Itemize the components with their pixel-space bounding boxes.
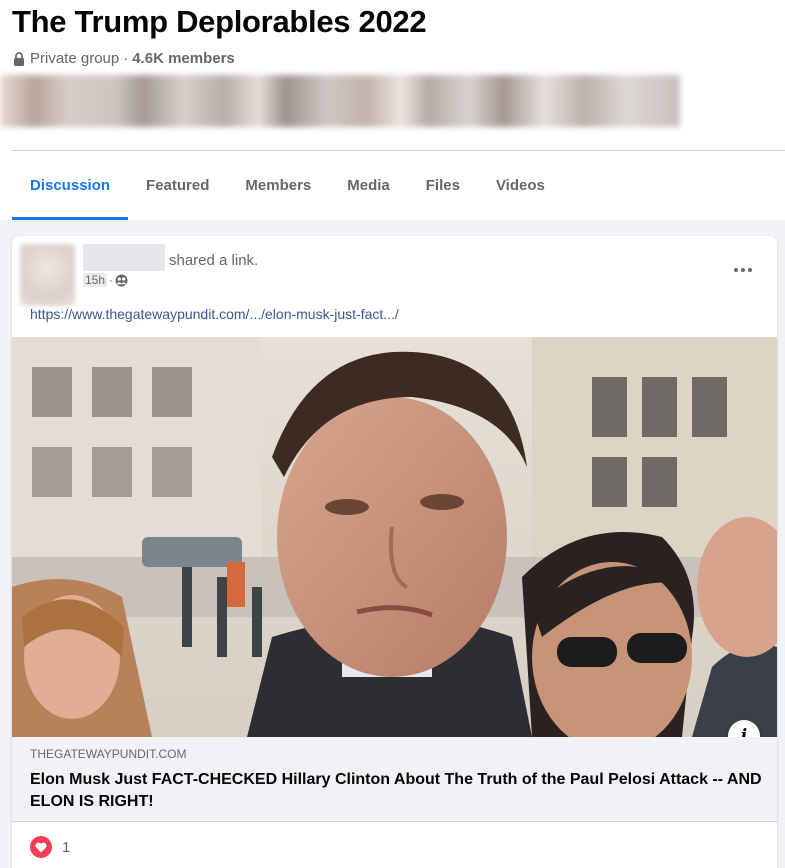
- lock-icon: [13, 51, 25, 66]
- tab-discussion[interactable]: Discussion: [12, 151, 129, 220]
- privacy-label: Private group: [30, 50, 120, 67]
- group-title[interactable]: The Trump Deplorables 2022: [12, 4, 427, 40]
- love-reaction-icon: [30, 836, 52, 858]
- tab-featured[interactable]: Featured: [128, 151, 227, 220]
- group-tabs: Discussion Featured Members Media Files …: [12, 151, 563, 220]
- tab-files[interactable]: Files: [408, 151, 478, 220]
- tab-media[interactable]: Media: [329, 151, 408, 220]
- group-header: The Trump Deplorables 2022 Private group…: [0, 0, 785, 220]
- tab-videos[interactable]: Videos: [478, 151, 563, 220]
- post-url-link[interactable]: https://www.thegatewaypundit.com/.../elo…: [30, 306, 399, 322]
- author-name-blurred[interactable]: [83, 244, 165, 271]
- meta-dot: ·: [109, 273, 114, 287]
- group-meta: Private group · 4.6K members: [13, 50, 235, 67]
- link-domain: THEGATEWAYPUNDIT.COM: [30, 747, 187, 761]
- meta-separator: ·: [123, 50, 129, 67]
- link-preview-image[interactable]: [12, 337, 777, 737]
- post-timestamp[interactable]: 15h: [83, 273, 108, 287]
- post-action-text: shared a link.: [169, 252, 259, 269]
- post-meta: 15h ·: [83, 273, 128, 287]
- post-card: shared a link. 15h · https://www.thegate…: [12, 236, 777, 868]
- link-preview-box[interactable]: THEGATEWAYPUNDIT.COM Elon Musk Just FACT…: [12, 737, 777, 822]
- member-avatars-blurred: [0, 75, 680, 127]
- reactions-summary[interactable]: 1: [30, 836, 70, 858]
- reaction-count: 1: [62, 838, 71, 856]
- link-title[interactable]: Elon Musk Just FACT-CHECKED Hillary Clin…: [30, 769, 765, 813]
- group-icon: [115, 274, 128, 287]
- more-options-icon[interactable]: [729, 260, 757, 280]
- avatar[interactable]: [20, 244, 75, 306]
- members-count[interactable]: 4.6K members: [132, 50, 235, 67]
- tab-members[interactable]: Members: [227, 151, 329, 220]
